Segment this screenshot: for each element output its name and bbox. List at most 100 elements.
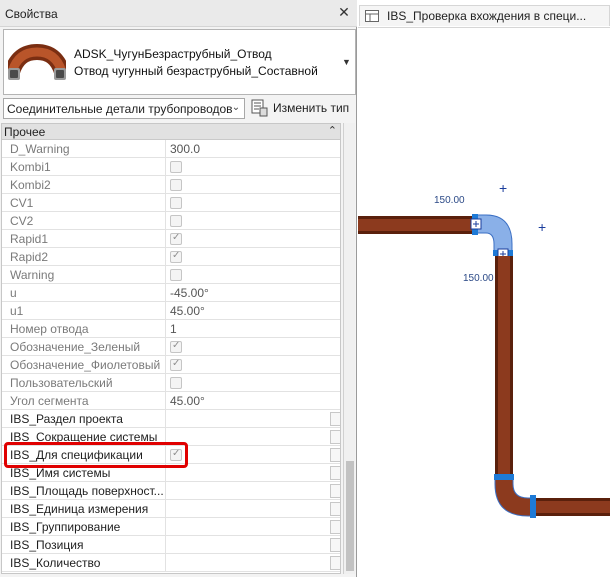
scrollbar-thumb[interactable] bbox=[346, 461, 354, 571]
property-checkbox[interactable] bbox=[170, 179, 182, 191]
property-name: D_Warning bbox=[2, 140, 166, 158]
chevron-down-icon[interactable]: ⌄ bbox=[228, 98, 244, 117]
associate-parameter-button[interactable] bbox=[330, 520, 340, 534]
property-checkbox[interactable] bbox=[170, 197, 182, 209]
property-value[interactable] bbox=[166, 482, 340, 500]
collapse-icon[interactable]: ⌃ bbox=[328, 124, 337, 137]
property-row[interactable]: IBS_Площадь поверхност... bbox=[2, 482, 340, 500]
property-row[interactable]: Обозначение_Зеленый bbox=[2, 338, 340, 356]
pipe-vertical bbox=[495, 256, 513, 476]
property-value[interactable] bbox=[166, 410, 340, 428]
associate-parameter-button[interactable] bbox=[330, 448, 340, 462]
property-row[interactable]: CV2 bbox=[2, 212, 340, 230]
property-checkbox[interactable] bbox=[170, 340, 182, 353]
view-tab[interactable]: IBS_Проверка вхождения в специ... bbox=[359, 5, 610, 26]
property-row[interactable]: Обозначение_Фиолетовый bbox=[2, 356, 340, 374]
move-handle-icon[interactable]: + bbox=[499, 181, 507, 195]
property-row[interactable]: Угол сегмента 45.00° bbox=[2, 392, 340, 410]
property-name: IBS_Группирование bbox=[2, 518, 166, 536]
property-value[interactable]: 1 bbox=[166, 320, 340, 338]
property-row[interactable]: u -45.00° bbox=[2, 284, 340, 302]
property-row[interactable]: Rapid1 bbox=[2, 230, 340, 248]
associate-parameter-button[interactable] bbox=[330, 484, 340, 498]
property-name: Обозначение_Фиолетовый bbox=[2, 356, 166, 374]
dropdown-arrow-icon[interactable]: ▼ bbox=[342, 57, 352, 67]
property-row[interactable]: D_Warning 300.0 bbox=[2, 140, 340, 158]
view-plan-icon bbox=[365, 10, 379, 22]
type-name: Отвод чугунный безраструбный_Составной bbox=[74, 64, 318, 78]
property-checkbox[interactable] bbox=[170, 250, 182, 263]
property-checkbox[interactable] bbox=[170, 358, 182, 371]
associate-parameter-button[interactable] bbox=[330, 412, 340, 426]
property-checkbox[interactable] bbox=[170, 232, 182, 245]
property-value[interactable] bbox=[166, 428, 340, 446]
property-row[interactable]: Пользовательский bbox=[2, 374, 340, 392]
property-value[interactable] bbox=[166, 536, 340, 554]
property-row[interactable]: Warning bbox=[2, 266, 340, 284]
property-row[interactable]: IBS_Количество bbox=[2, 554, 340, 572]
rotate-handle-icon[interactable]: + bbox=[538, 220, 546, 234]
drawing-canvas[interactable]: 150.00 150.00 + + bbox=[358, 27, 610, 577]
type-family-name: ADSK_ЧугунБезраструбный_Отвод bbox=[74, 47, 272, 61]
property-value[interactable]: 45.00° bbox=[166, 302, 340, 320]
dimension-right: 150.00 bbox=[463, 273, 494, 284]
pipe-drawing bbox=[358, 214, 610, 518]
property-checkbox[interactable] bbox=[170, 269, 182, 281]
property-name: Номер отвода bbox=[2, 320, 166, 338]
property-name: Warning bbox=[2, 266, 166, 284]
property-name: Пользовательский bbox=[2, 374, 166, 392]
property-name: Rapid1 bbox=[2, 230, 166, 248]
edit-type-button[interactable]: Изменить тип bbox=[250, 98, 355, 119]
property-name: IBS_Раздел проекта bbox=[2, 410, 166, 428]
associate-parameter-button[interactable] bbox=[330, 538, 340, 552]
type-selector[interactable]: ADSK_ЧугунБезраструбный_Отвод Отвод чугу… bbox=[3, 29, 356, 95]
category-filter-select[interactable]: Соединительные детали трубопроводов bbox=[3, 98, 245, 119]
associate-parameter-button[interactable] bbox=[330, 502, 340, 516]
group-label: Прочее bbox=[4, 125, 46, 139]
close-icon[interactable]: ✕ bbox=[336, 4, 352, 20]
property-checkbox[interactable] bbox=[170, 161, 182, 173]
property-rows: D_Warning300.0Kombi1Kombi2CV1CV2Rapid1Ra… bbox=[2, 140, 340, 572]
property-value[interactable] bbox=[166, 554, 340, 572]
property-row[interactable]: u1 45.00° bbox=[2, 302, 340, 320]
highlight-box bbox=[4, 442, 188, 468]
property-row[interactable]: Kombi2 bbox=[2, 176, 340, 194]
property-name: CV1 bbox=[2, 194, 166, 212]
property-value[interactable]: 45.00° bbox=[166, 392, 340, 410]
pipe-bottom-horizontal bbox=[536, 498, 610, 516]
property-checkbox[interactable] bbox=[170, 377, 182, 389]
property-value[interactable] bbox=[166, 464, 340, 482]
associate-parameter-button[interactable] bbox=[330, 556, 340, 570]
grid-scrollbar[interactable] bbox=[343, 123, 355, 574]
dimension-top: 150.00 bbox=[434, 195, 465, 206]
property-name: Kombi2 bbox=[2, 176, 166, 194]
property-row[interactable]: Номер отвода 1 bbox=[2, 320, 340, 338]
pipe-bottom-elbow bbox=[494, 474, 536, 518]
associate-parameter-button[interactable] bbox=[330, 430, 340, 444]
property-row[interactable]: IBS_Группирование bbox=[2, 518, 340, 536]
property-row[interactable]: Kombi1 bbox=[2, 158, 340, 176]
property-checkbox[interactable] bbox=[170, 215, 182, 227]
property-value[interactable] bbox=[166, 500, 340, 518]
property-name: u1 bbox=[2, 302, 166, 320]
property-row[interactable]: IBS_Раздел проекта bbox=[2, 410, 340, 428]
property-row[interactable]: IBS_Позиция bbox=[2, 536, 340, 554]
associate-parameter-button[interactable] bbox=[330, 466, 340, 480]
filter-row: Соединительные детали трубопроводов ⌄ Из… bbox=[0, 97, 357, 121]
properties-palette: Свойства ✕ ADSK_ЧугунБезраструбный_Отвод… bbox=[0, 0, 357, 577]
palette-titlebar: Свойства ✕ bbox=[0, 0, 357, 27]
property-value[interactable]: -45.00° bbox=[166, 284, 340, 302]
property-name: IBS_Единица измерения bbox=[2, 500, 166, 518]
property-value[interactable]: 300.0 bbox=[166, 140, 340, 158]
edit-type-label: Изменить тип bbox=[273, 101, 350, 115]
property-name: IBS_Позиция bbox=[2, 536, 166, 554]
selected-elbow bbox=[470, 214, 513, 260]
property-row[interactable]: Rapid2 bbox=[2, 248, 340, 266]
property-row[interactable]: IBS_Единица измерения bbox=[2, 500, 340, 518]
property-row[interactable]: CV1 bbox=[2, 194, 340, 212]
property-value[interactable] bbox=[166, 518, 340, 536]
group-header[interactable]: Прочее ⌃ bbox=[2, 124, 340, 140]
property-name: CV2 bbox=[2, 212, 166, 230]
view-tab-label: IBS_Проверка вхождения в специ... bbox=[387, 9, 587, 23]
property-name: IBS_Количество bbox=[2, 554, 166, 572]
